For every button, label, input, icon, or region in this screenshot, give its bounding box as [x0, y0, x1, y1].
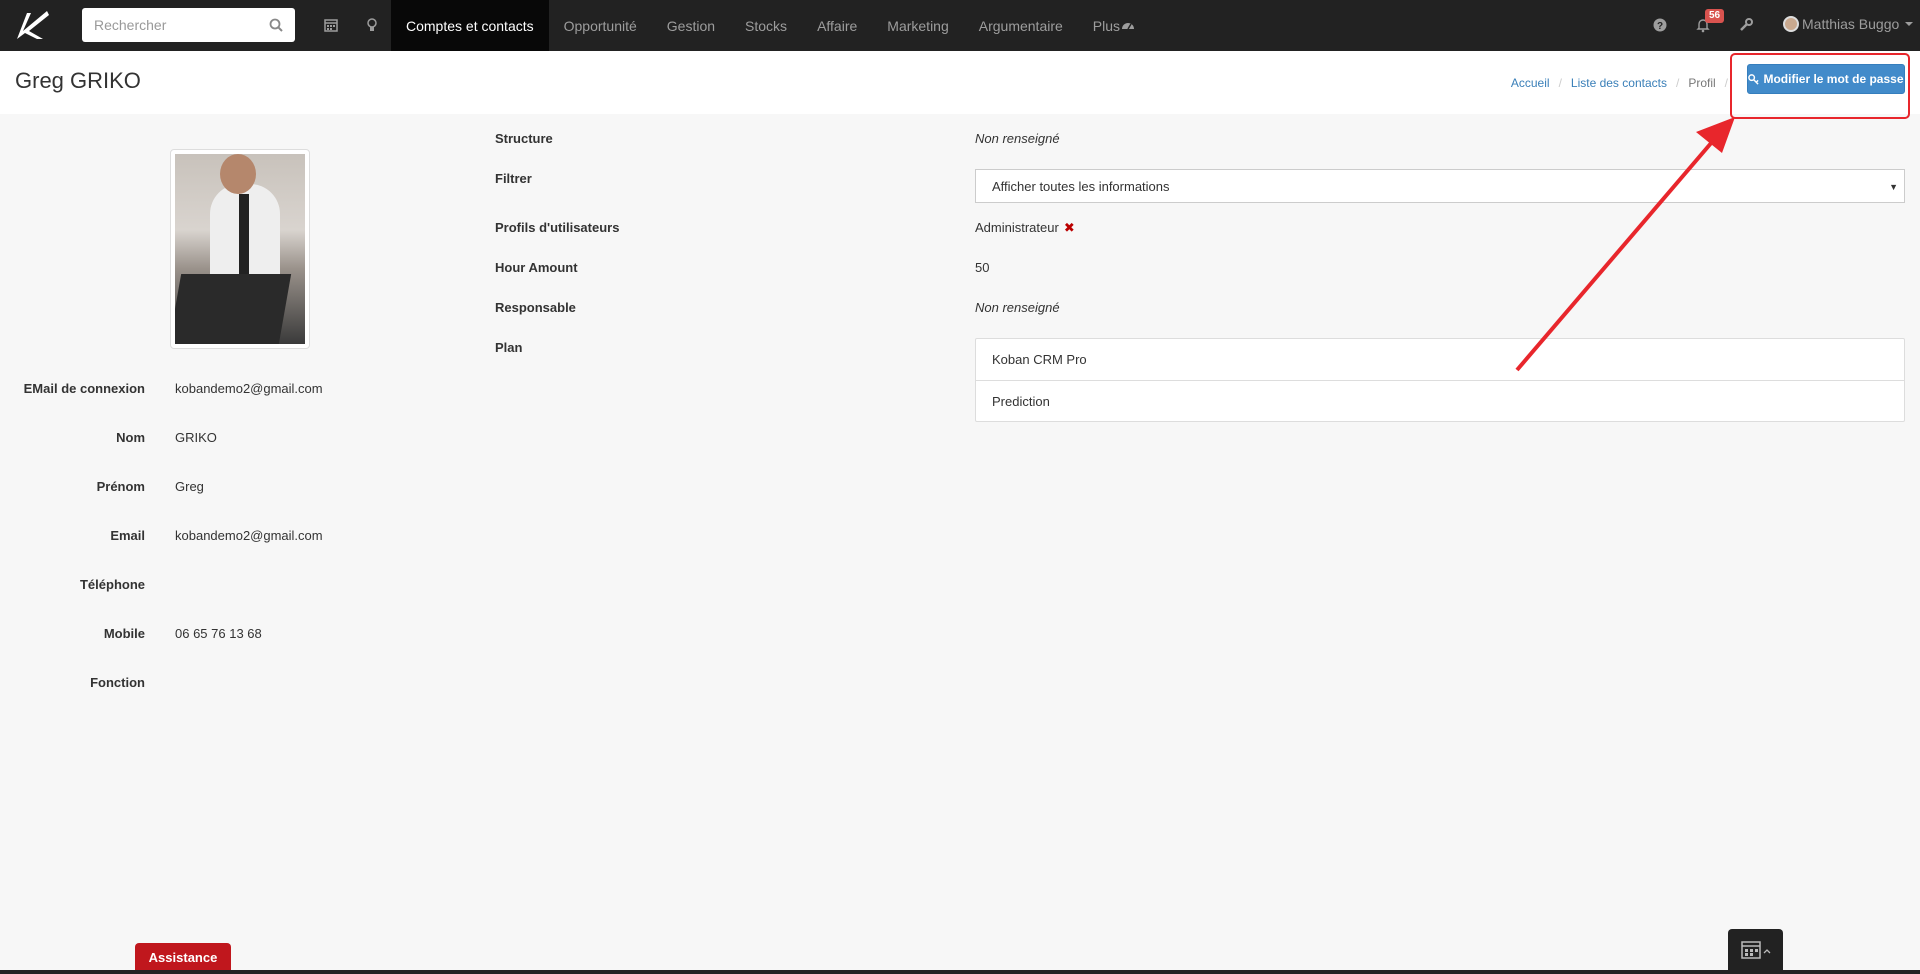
last-name-label: Nom [116, 430, 145, 445]
email-value: kobandemo2@gmail.com [175, 528, 323, 543]
search-input[interactable]: Rechercher [82, 8, 295, 42]
plan-label: Plan [495, 340, 523, 355]
login-email-label: EMail de connexion [23, 381, 145, 396]
user-menu[interactable]: Matthias Buggo [1783, 16, 1914, 32]
chevron-down-icon [1905, 22, 1914, 26]
page-title: Greg GRIKO [15, 68, 141, 93]
page-header: Greg GRIKO Accueil / Liste des contacts … [0, 51, 1920, 114]
breadcrumb-separator: / [1675, 76, 1680, 90]
remove-icon[interactable]: ✖ [1064, 220, 1075, 235]
nav-comptes-contacts[interactable]: Comptes et contacts [391, 0, 549, 51]
filter-select[interactable]: Afficher toutes les informations ▼ [975, 169, 1905, 203]
annotation-arrow [1515, 117, 1735, 372]
user-profiles-label: Profils d'utilisateurs [495, 220, 620, 235]
function-label: Fonction [90, 675, 145, 690]
search-placeholder: Rechercher [94, 17, 167, 33]
calendar-icon [1740, 941, 1770, 959]
avatar [1783, 16, 1799, 32]
wrench-icon[interactable] [1738, 17, 1754, 33]
lightbulb-icon[interactable] [364, 17, 380, 33]
top-navbar: Rechercher Comptes et contacts Opportuni… [0, 0, 1920, 51]
notification-badge: 56 [1705, 9, 1725, 23]
user-profile-tag: Administrateur ✖ [975, 220, 1075, 236]
chevron-down-icon: ▼ [1889, 182, 1898, 192]
profile-photo [170, 149, 310, 349]
nav-stocks[interactable]: Stocks [730, 0, 802, 51]
breadcrumb-separator: / [1724, 76, 1728, 90]
plan-item[interactable]: Prediction [976, 380, 1904, 421]
help-icon[interactable]: ? [1652, 17, 1668, 33]
email-label: Email [110, 528, 145, 543]
breadcrumb-separator: / [1558, 76, 1562, 90]
manager-label: Responsable [495, 300, 576, 315]
structure-label: Structure [495, 131, 553, 146]
first-name-label: Prénom [96, 479, 145, 494]
svg-text:?: ? [1657, 21, 1663, 32]
annotation-highlight-box [1730, 53, 1910, 119]
mobile-label: Mobile [103, 626, 145, 641]
login-email-value: kobandemo2@gmail.com [175, 381, 323, 396]
calendar-icon[interactable] [323, 17, 339, 33]
breadcrumb-current: Profil [1688, 76, 1716, 90]
assistance-button[interactable]: Assistance [135, 943, 231, 971]
nav-opportunite[interactable]: Opportunité [549, 0, 652, 51]
first-name-value: Greg [175, 479, 204, 494]
last-name-value: GRIKO [175, 430, 217, 445]
manager-value: Non renseigné [975, 300, 1060, 315]
calendar-widget[interactable] [1728, 929, 1783, 971]
nav-gestion[interactable]: Gestion [652, 0, 730, 51]
search-icon[interactable] [269, 18, 283, 32]
breadcrumb-contacts[interactable]: Liste des contacts [1571, 76, 1667, 90]
plan-item[interactable]: Koban CRM Pro [976, 339, 1904, 380]
user-profile-value: Administrateur [975, 220, 1059, 235]
nav-marketing[interactable]: Marketing [872, 0, 963, 51]
mobile-value: 06 65 76 13 68 [175, 626, 262, 641]
bottom-bar [0, 970, 1920, 974]
nav-argumentaire[interactable]: Argumentaire [964, 0, 1078, 51]
user-name: Matthias Buggo [1802, 16, 1900, 32]
structure-value: Non renseigné [975, 131, 1060, 146]
hour-amount-value: 50 [975, 260, 990, 275]
dashboard-icon[interactable] [1120, 17, 1136, 33]
nav-affaire[interactable]: Affaire [802, 0, 872, 51]
phone-label: Téléphone [79, 577, 145, 592]
breadcrumb-home[interactable]: Accueil [1511, 76, 1550, 90]
hour-amount-label: Hour Amount [495, 260, 578, 275]
filter-selected-value: Afficher toutes les informations [992, 178, 1170, 194]
breadcrumb: Accueil / Liste des contacts / Profil / [1511, 76, 1737, 90]
main-nav: Comptes et contacts Opportunité Gestion … [391, 0, 1135, 51]
koban-logo-icon[interactable] [13, 9, 51, 41]
filter-label: Filtrer [495, 171, 532, 186]
plan-list: Koban CRM Pro Prediction [975, 338, 1905, 422]
